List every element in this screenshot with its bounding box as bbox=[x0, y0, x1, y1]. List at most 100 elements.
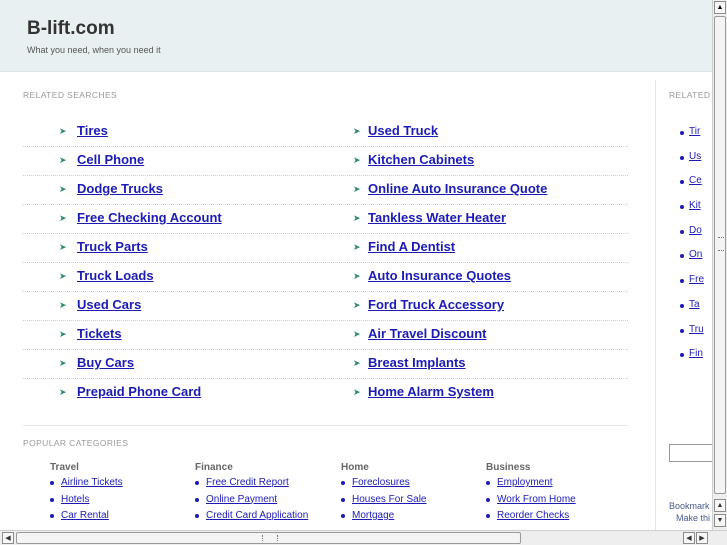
list-item: Car Rental bbox=[50, 510, 190, 527]
related-link[interactable]: Truck Parts bbox=[77, 239, 148, 254]
category-link[interactable]: Foreclosures bbox=[352, 477, 410, 488]
related-link[interactable]: Breast Implants bbox=[368, 355, 466, 370]
sidebar-link[interactable]: Tru bbox=[689, 324, 704, 335]
related-link[interactable]: Tankless Water Heater bbox=[368, 210, 506, 225]
scroll-right-icon[interactable]: ▶ bbox=[696, 532, 708, 544]
bullet-dot-icon bbox=[486, 481, 490, 485]
list-item: ➤ Used Truck bbox=[315, 118, 628, 147]
category-link[interactable]: Mortgage bbox=[352, 510, 394, 521]
category-link[interactable]: Online Payment bbox=[206, 494, 277, 505]
list-item: Reorder Checks bbox=[486, 510, 626, 527]
related-searches-heading: RELATED SEARCHES bbox=[23, 90, 118, 100]
category-link[interactable]: Airline Tickets bbox=[61, 477, 123, 488]
sidebar-item: Do bbox=[680, 225, 702, 236]
scroll-up-icon[interactable]: ▲ bbox=[714, 499, 726, 512]
arrow-right-icon: ➤ bbox=[59, 329, 67, 339]
related-link[interactable]: Used Truck bbox=[368, 123, 438, 138]
grip-icon bbox=[262, 535, 278, 541]
list-item: Free Credit Report bbox=[195, 477, 335, 494]
related-link[interactable]: Kitchen Cabinets bbox=[368, 152, 474, 167]
sidebar-search-input[interactable] bbox=[669, 444, 712, 462]
bullet-dot-icon bbox=[680, 230, 684, 234]
bookmark-line[interactable]: Make thi bbox=[669, 512, 710, 524]
arrow-right-icon: ➤ bbox=[353, 155, 361, 165]
related-link[interactable]: Online Auto Insurance Quote bbox=[368, 181, 547, 196]
sidebar-item: Tir bbox=[680, 126, 700, 137]
list-item: Airline Tickets bbox=[50, 477, 190, 494]
category-link[interactable]: Employment bbox=[497, 477, 553, 488]
sidebar-link[interactable]: Ta bbox=[689, 299, 700, 310]
scroll-left-icon[interactable]: ◀ bbox=[683, 532, 695, 544]
list-item: ➤ Home Alarm System bbox=[315, 379, 628, 408]
category-link[interactable]: Houses For Sale bbox=[352, 494, 426, 505]
site-tagline: What you need, when you need it bbox=[27, 45, 161, 55]
list-item: Work From Home bbox=[486, 494, 626, 511]
bullet-dot-icon bbox=[486, 497, 490, 502]
category-link[interactable]: Work From Home bbox=[497, 494, 576, 505]
related-link[interactable]: Find A Dentist bbox=[368, 239, 455, 254]
related-link[interactable]: Prepaid Phone Card bbox=[77, 384, 201, 399]
scroll-up-icon[interactable]: ▲ bbox=[714, 1, 726, 14]
related-link[interactable]: Auto Insurance Quotes bbox=[368, 268, 511, 283]
sidebar: RELATED Tir Us Ce Kit Do On Fre Ta Tru F… bbox=[655, 80, 712, 530]
section-divider bbox=[23, 425, 628, 426]
horizontal-scroll-thumb[interactable] bbox=[16, 532, 521, 544]
list-item: ➤ Buy Cars bbox=[23, 350, 328, 379]
sidebar-link[interactable]: Ce bbox=[689, 175, 702, 186]
related-link[interactable]: Used Cars bbox=[77, 297, 141, 312]
sidebar-link[interactable]: Fre bbox=[689, 274, 704, 285]
sidebar-link[interactable]: Fin bbox=[689, 348, 703, 359]
category-home: Home Foreclosures Houses For Sale Mortga… bbox=[341, 462, 481, 527]
sidebar-link[interactable]: Do bbox=[689, 225, 702, 236]
list-item: ➤ Cell Phone bbox=[23, 147, 328, 176]
sidebar-item: Ce bbox=[680, 175, 702, 186]
related-link[interactable]: Buy Cars bbox=[77, 355, 134, 370]
arrow-right-icon: ➤ bbox=[353, 329, 361, 339]
bookmark-text[interactable]: Bookmark Make thi bbox=[669, 500, 710, 524]
category-travel: Travel Airline Tickets Hotels Car Rental bbox=[50, 462, 190, 527]
related-link[interactable]: Free Checking Account bbox=[77, 210, 222, 225]
list-item: ➤ Tires bbox=[23, 118, 328, 147]
related-link[interactable]: Tires bbox=[77, 123, 108, 138]
list-item: ➤ Ford Truck Accessory bbox=[315, 292, 628, 321]
arrow-right-icon: ➤ bbox=[59, 184, 67, 194]
horizontal-scrollbar[interactable]: ◀ ◀ ▶ bbox=[0, 530, 727, 545]
related-link[interactable]: Home Alarm System bbox=[368, 384, 494, 399]
list-item: ➤ Online Auto Insurance Quote bbox=[315, 176, 628, 205]
popular-categories-heading: POPULAR CATEGORIES bbox=[23, 438, 129, 448]
related-link[interactable]: Dodge Trucks bbox=[77, 181, 163, 196]
category-link[interactable]: Reorder Checks bbox=[497, 510, 569, 521]
main-content: RELATED SEARCHES ➤ Tires ➤ Cell Phone ➤ Dod… bbox=[5, 80, 655, 530]
category-link[interactable]: Free Credit Report bbox=[206, 477, 289, 488]
site-title[interactable]: B-lift.com bbox=[27, 18, 115, 40]
arrow-right-icon: ➤ bbox=[59, 358, 67, 368]
bullet-dot-icon bbox=[680, 304, 684, 308]
sidebar-item: On bbox=[680, 249, 702, 260]
category-link[interactable]: Credit Card Application bbox=[206, 510, 308, 521]
related-link[interactable]: Air Travel Discount bbox=[368, 326, 486, 341]
related-link[interactable]: Ford Truck Accessory bbox=[368, 297, 504, 312]
sidebar-link[interactable]: Tir bbox=[689, 126, 700, 137]
category-link[interactable]: Car Rental bbox=[61, 510, 109, 521]
vertical-scroll-thumb[interactable] bbox=[714, 16, 726, 494]
related-link[interactable]: Tickets bbox=[77, 326, 122, 341]
category-title: Home bbox=[341, 462, 369, 473]
category-link[interactable]: Hotels bbox=[61, 494, 89, 505]
scroll-left-icon[interactable]: ◀ bbox=[2, 532, 14, 544]
scroll-down-icon[interactable]: ▼ bbox=[714, 514, 726, 527]
related-link[interactable]: Cell Phone bbox=[77, 152, 144, 167]
vertical-scrollbar[interactable]: ▲ ▲ ▼ bbox=[712, 0, 727, 530]
bullet-dot-icon bbox=[680, 180, 684, 184]
bookmark-line[interactable]: Bookmark bbox=[669, 500, 710, 512]
bullet-dot-icon bbox=[50, 514, 54, 518]
sidebar-link[interactable]: Us bbox=[689, 151, 701, 162]
related-link[interactable]: Truck Loads bbox=[77, 268, 154, 283]
sidebar-link[interactable]: On bbox=[689, 249, 702, 260]
arrow-right-icon: ➤ bbox=[353, 387, 361, 397]
site-header: B-lift.com What you need, when you need … bbox=[0, 0, 712, 72]
bullet-dot-icon bbox=[680, 156, 684, 160]
arrow-right-icon: ➤ bbox=[59, 213, 67, 223]
sidebar-link[interactable]: Kit bbox=[689, 200, 701, 211]
list-item: Foreclosures bbox=[341, 477, 481, 494]
list-item: ➤ Find A Dentist bbox=[315, 234, 628, 263]
